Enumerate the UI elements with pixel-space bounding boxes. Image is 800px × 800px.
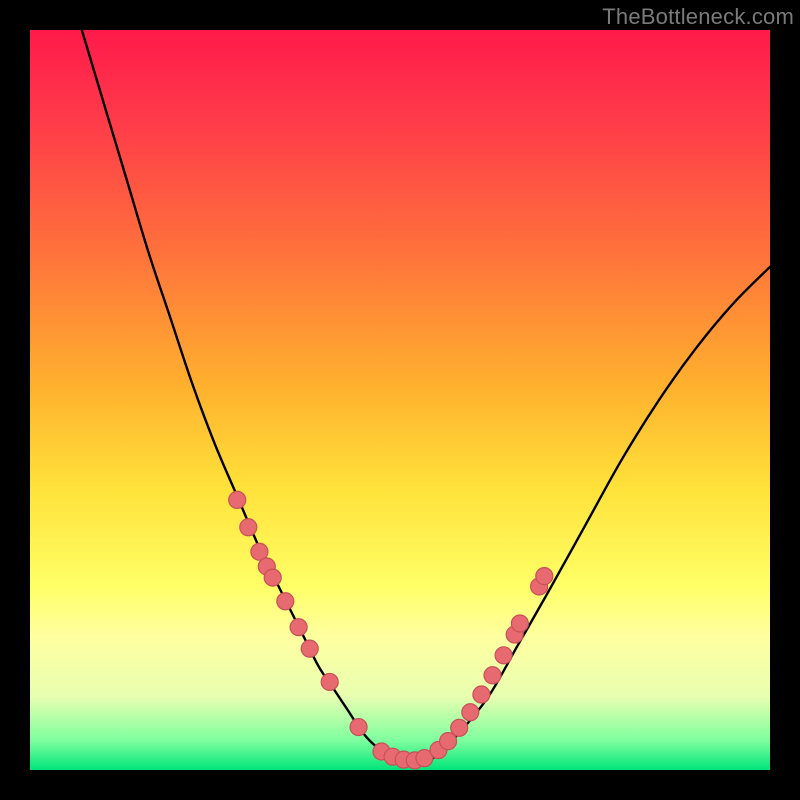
data-point bbox=[536, 568, 553, 585]
data-point bbox=[264, 569, 281, 586]
data-point bbox=[350, 719, 367, 736]
bottleneck-curve bbox=[82, 30, 770, 764]
data-points bbox=[229, 491, 553, 768]
data-point bbox=[484, 667, 501, 684]
chart-svg bbox=[30, 30, 770, 770]
data-point bbox=[229, 491, 246, 508]
plot-area bbox=[30, 30, 770, 770]
data-point bbox=[301, 640, 318, 657]
data-point bbox=[473, 686, 490, 703]
data-point bbox=[451, 719, 468, 736]
data-point bbox=[495, 647, 512, 664]
data-point bbox=[511, 615, 528, 632]
data-point bbox=[277, 593, 294, 610]
data-point bbox=[462, 704, 479, 721]
chart-frame: TheBottleneck.com bbox=[0, 0, 800, 800]
data-point bbox=[240, 519, 257, 536]
data-point bbox=[290, 619, 307, 636]
data-point bbox=[321, 673, 338, 690]
watermark: TheBottleneck.com bbox=[602, 4, 794, 30]
